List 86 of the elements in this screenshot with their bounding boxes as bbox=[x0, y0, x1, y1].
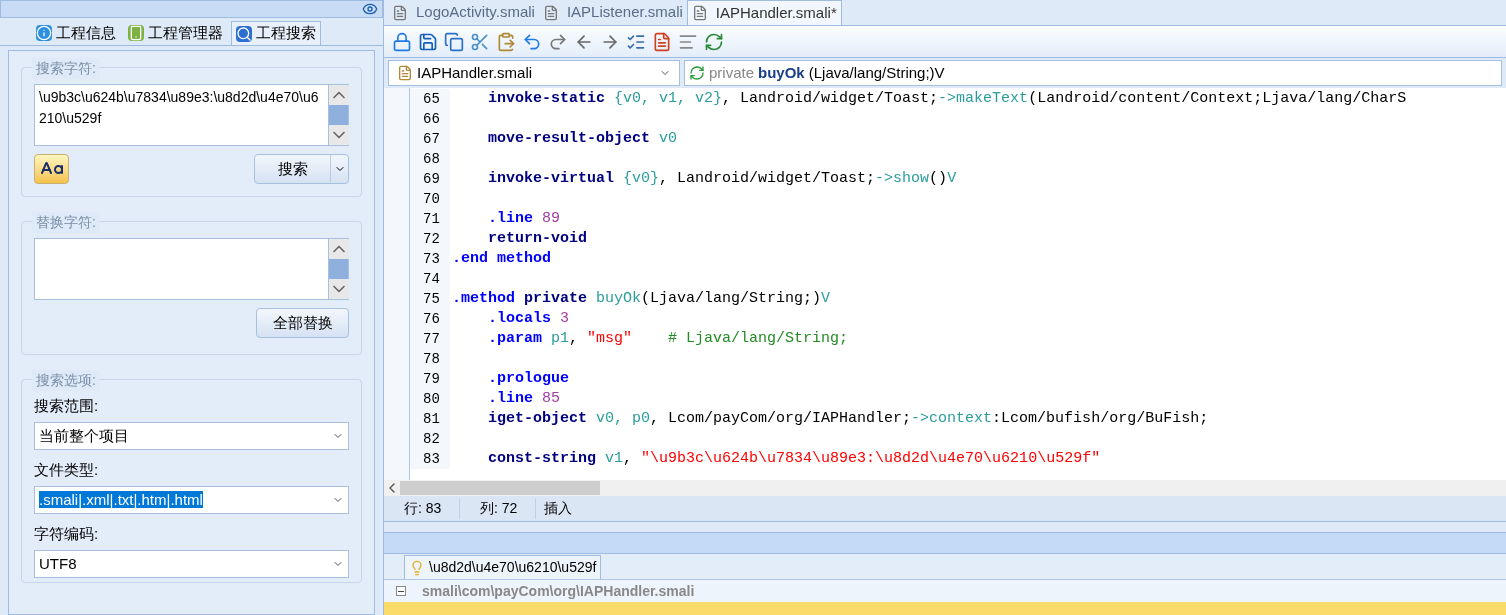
file-tab[interactable]: IAPListener.smali bbox=[538, 0, 687, 25]
redo-icon[interactable] bbox=[548, 31, 568, 52]
undo-icon[interactable] bbox=[522, 31, 542, 52]
code-line: invoke-static {v0, v1, v2}, Landroid/widget/Toast;->makeText(Landroid/content/Context;Ljava/lang/CharS bbox=[487, 89, 1407, 109]
line-number: 83 bbox=[410, 449, 450, 469]
row-indicator: 行: 83 bbox=[384, 498, 460, 519]
field-label: 搜索范围: bbox=[34, 396, 100, 416]
font-case-button[interactable] bbox=[34, 154, 69, 184]
group-title: 搜索选项: bbox=[32, 370, 100, 391]
line-number: 71 bbox=[410, 209, 450, 229]
field-label: 字符编码: bbox=[34, 524, 100, 544]
paste-icon[interactable] bbox=[496, 31, 516, 52]
mode-indicator: 插入 bbox=[543, 499, 572, 518]
file-dropdown[interactable]: IAPHandler.smali bbox=[388, 60, 680, 86]
code-line: .prologue bbox=[487, 369, 569, 389]
code-line: .locals 3 bbox=[487, 309, 570, 329]
dropdown-value: .smali|.xml|.txt|.htm|.html bbox=[39, 489, 204, 510]
column-indicator: 列: 72 bbox=[460, 498, 536, 519]
replace-text-field[interactable] bbox=[34, 238, 349, 300]
code-line: const-string v1, "\u9b3c\u624b\u7834\u89e3:\u8d2d\u4e70\u6210\u529f" bbox=[487, 449, 1101, 469]
line-number: 81 bbox=[410, 409, 450, 429]
scroll-up-icon[interactable] bbox=[329, 239, 349, 259]
dropdown-value: 当前整个项目 bbox=[39, 425, 130, 446]
lightbulb-icon bbox=[409, 559, 425, 576]
method-modifier: private bbox=[709, 62, 755, 83]
code-line: return-void bbox=[487, 229, 588, 249]
scrollbar-thumb[interactable] bbox=[400, 481, 600, 495]
search-text-field[interactable]: \u9b3c\u624b\u7834\u89e3:\u8d2d\u4e70\u6210\u529f bbox=[34, 84, 349, 146]
dropdown-value: IAPHandler.smali bbox=[417, 62, 534, 83]
line-number: 65 bbox=[410, 89, 450, 109]
line-number: 67 bbox=[410, 129, 450, 149]
file-icon bbox=[542, 4, 559, 21]
scroll-down-icon[interactable] bbox=[329, 125, 349, 145]
info-icon bbox=[36, 25, 52, 41]
code-line: move-result-object v0 bbox=[487, 129, 678, 149]
eye-icon[interactable] bbox=[362, 1, 378, 17]
refresh-icon[interactable] bbox=[704, 31, 724, 52]
line-number: 68 bbox=[410, 149, 450, 169]
code-line: .end method bbox=[451, 249, 552, 269]
dropdown[interactable]: .smali|.xml|.txt|.htm|.html bbox=[34, 486, 349, 514]
field-label: 文件类型: bbox=[34, 460, 100, 480]
panel-tab[interactable]: 工程搜索 bbox=[231, 21, 321, 45]
replace-all-button[interactable]: 全部替换 bbox=[256, 308, 349, 338]
line-number: 76 bbox=[410, 309, 450, 329]
line-number: 78 bbox=[410, 349, 450, 369]
code-line: invoke-virtual {v0}, Landroid/widget/Toast;->show()V bbox=[487, 169, 957, 189]
file-icon bbox=[397, 65, 413, 81]
code-line: .param p1, "msg" # Ljava/lang/String; bbox=[487, 329, 849, 349]
dropdown[interactable]: UTF8 bbox=[34, 550, 349, 578]
line-number: 70 bbox=[410, 189, 450, 209]
cut-icon[interactable] bbox=[470, 31, 490, 52]
file-icon bbox=[691, 5, 708, 21]
line-number: 66 bbox=[410, 109, 450, 129]
file-tab[interactable]: IAPHandler.smali* bbox=[686, 0, 842, 25]
panel-tab[interactable]: 工程管理器 bbox=[124, 21, 227, 45]
scroll-up-icon[interactable] bbox=[329, 85, 349, 105]
code-line: .line 85 bbox=[487, 389, 561, 409]
file-tab[interactable]: LogoActivity.smali bbox=[388, 0, 539, 25]
group-title: 搜索字符: bbox=[32, 58, 100, 79]
line-number: 74 bbox=[410, 269, 450, 289]
code-line: .method private buyOk(Ljava/lang/String;)V bbox=[451, 289, 831, 309]
copy-icon[interactable] bbox=[444, 31, 464, 52]
line-number: 77 bbox=[410, 329, 450, 349]
line-number: 82 bbox=[410, 429, 450, 449]
dropdown-value: UTF8 bbox=[39, 553, 78, 574]
line-number: 73 bbox=[410, 249, 450, 269]
scroll-down-icon[interactable] bbox=[329, 279, 349, 299]
lock-icon[interactable] bbox=[392, 31, 412, 52]
file-icon bbox=[392, 4, 408, 21]
dropdown[interactable]: 当前整个项目 bbox=[34, 422, 349, 450]
line-number: 80 bbox=[410, 389, 450, 409]
search-icon bbox=[236, 25, 252, 42]
collapse-icon[interactable] bbox=[396, 586, 406, 596]
line-number: 69 bbox=[410, 169, 450, 189]
method-name: buyOk bbox=[758, 62, 805, 83]
code-line: .line 89 bbox=[487, 209, 561, 229]
result-tab[interactable]: \u8d2d\u4e70\u6210\u529f bbox=[404, 555, 602, 579]
line-number: 72 bbox=[410, 229, 450, 249]
line-number: 75 bbox=[410, 289, 450, 309]
line-number: 79 bbox=[410, 369, 450, 389]
save-icon[interactable] bbox=[418, 31, 438, 52]
method-signature: (Ljava/lang/String;)V bbox=[808, 62, 945, 83]
method-dropdown[interactable]: private buyOk (Ljava/lang/String;)V bbox=[684, 60, 1502, 86]
panel-tab[interactable]: 工程信息 bbox=[32, 21, 120, 45]
group-title: 替换字符: bbox=[32, 212, 100, 233]
code-line: iget-object v0, p0, Lcom/payCom/org/IAPHandler;->context:Lcom/bufish/org/BuFish; bbox=[487, 409, 1209, 429]
